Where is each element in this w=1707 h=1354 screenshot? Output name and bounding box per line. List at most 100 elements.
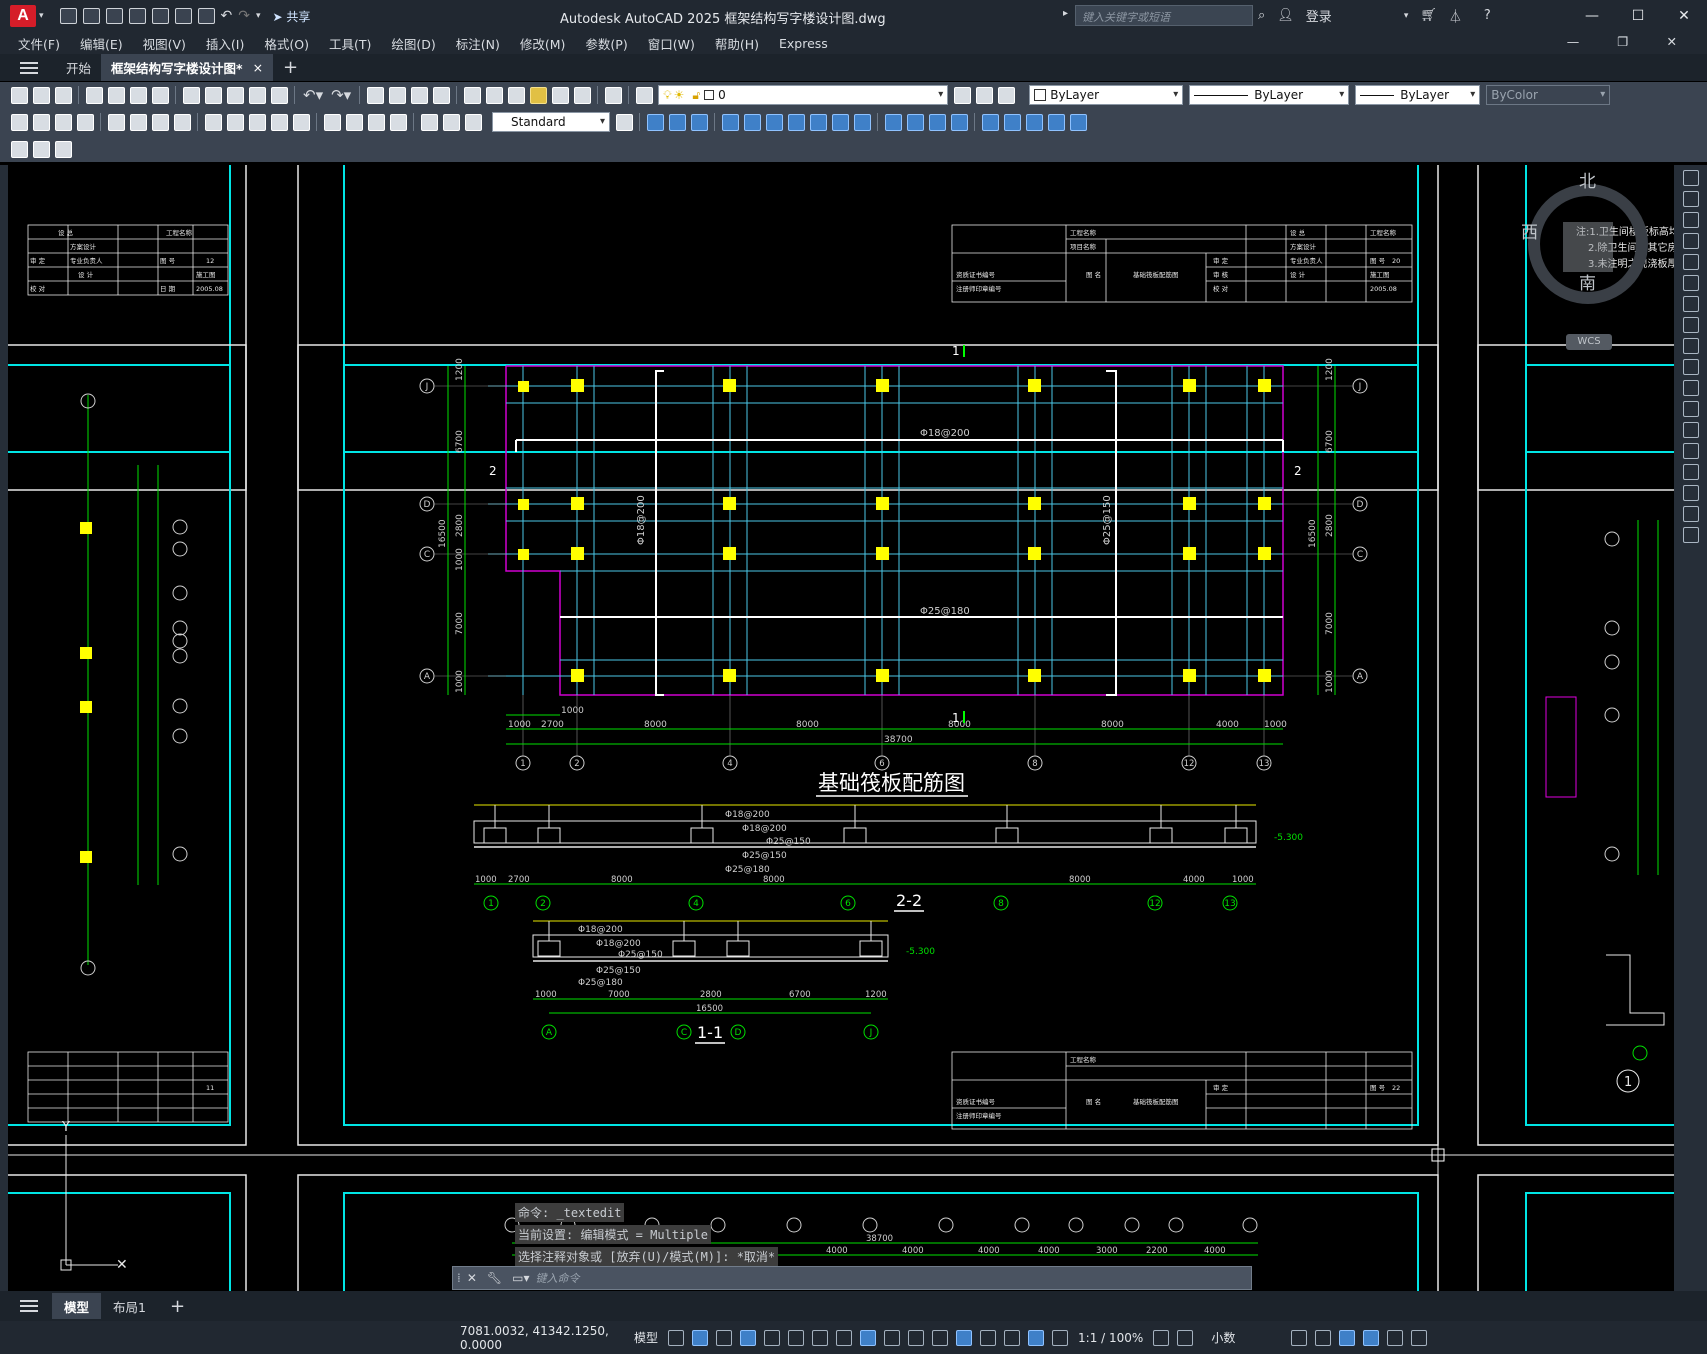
zoom-realtime-icon[interactable] [388,86,406,104]
share-button[interactable]: ➤ 共享 [273,8,311,25]
ucs-face-icon[interactable] [1047,113,1065,131]
sheetset-icon[interactable] [529,86,547,104]
login-dropdown-icon[interactable]: ▾ [1404,11,1409,21]
dim-radius-icon[interactable] [107,113,125,131]
compass-west[interactable]: 西 [1521,218,1538,243]
menu-insert[interactable]: 插入(I) [206,34,244,53]
layout-menu-icon[interactable] [20,1300,38,1312]
menu-draw[interactable]: 绘图(D) [391,34,435,53]
mirror-icon[interactable] [1682,212,1699,228]
view-nw-iso-icon[interactable] [853,113,871,131]
dim-diameter-icon[interactable] [151,113,169,131]
dynamic-ucs-icon[interactable] [980,1329,997,1346]
dim-break-icon[interactable] [292,113,310,131]
layer-previous-icon[interactable] [975,86,993,104]
explode-icon[interactable] [1682,527,1699,543]
qat-more-icon[interactable]: ▾ [256,11,261,21]
auto-scale-icon[interactable] [1052,1329,1069,1346]
offset-icon[interactable] [1682,233,1699,249]
menu-window[interactable]: 窗口(W) [648,34,695,53]
zoom-window-icon[interactable] [410,86,428,104]
camera-icon[interactable] [884,113,902,131]
ucs-previous-icon[interactable] [1025,113,1043,131]
tolerance-icon[interactable] [323,113,341,131]
qnew-icon[interactable] [10,86,28,104]
fly-icon[interactable] [950,113,968,131]
search-arrow-icon[interactable]: ▸ [1063,8,1068,19]
menu-format[interactable]: 格式(O) [264,34,309,53]
snap-icon[interactable] [692,1329,709,1346]
cut-icon[interactable] [182,86,200,104]
object-snap-tracking-icon[interactable] [836,1329,853,1346]
view-ne-iso-icon[interactable] [831,113,849,131]
tab-close-icon[interactable]: × [253,60,263,75]
workspace-gear-icon[interactable] [1153,1329,1170,1346]
pan-icon[interactable] [366,86,384,104]
customization-icon[interactable] [1411,1329,1428,1346]
markup-icon[interactable] [551,86,569,104]
dimstyle-dropdown[interactable]: Standard ▾ [492,112,610,132]
dim-ordinate-icon[interactable] [76,113,94,131]
undo-icon[interactable]: ↶ [221,8,233,24]
rotate-icon[interactable] [1682,296,1699,312]
menu-express[interactable]: Express [779,36,828,51]
doc-close-icon[interactable]: ✕ [1667,34,1677,49]
wcs-menu[interactable]: WCS [1566,334,1612,350]
new-tab-button[interactable]: + [273,54,308,81]
grid-icon[interactable] [668,1329,685,1346]
break-icon[interactable] [1682,422,1699,438]
isodraft-icon[interactable] [812,1329,829,1346]
layer-dropdown[interactable]: 💡︎ ☀ 🔓︎ 0 ▾ [658,85,949,105]
lineweight-dropdown[interactable]: ByLayer ▾ [1355,85,1481,105]
express-tool-3-icon[interactable] [54,140,72,158]
user-icon[interactable]: 👤︎ [1277,8,1294,23]
view-back-icon[interactable] [765,113,783,131]
zoom-previous-icon[interactable] [432,86,450,104]
view-sw-iso-icon[interactable] [787,113,805,131]
infer-constraints-icon[interactable] [716,1329,733,1346]
search-icon[interactable]: ⌕ [1258,8,1265,23]
dim-edit-icon[interactable] [420,113,438,131]
menu-dimension[interactable]: 标注(N) [456,34,500,53]
join-icon[interactable] [1682,443,1699,459]
plot-icon[interactable] [197,8,215,24]
paste-icon[interactable] [226,86,244,104]
lineweight-toggle-icon[interactable] [884,1329,901,1346]
new-icon[interactable] [59,8,77,24]
dim-arc-icon[interactable] [54,113,72,131]
color-dropdown[interactable]: ByLayer ▾ [1029,85,1184,105]
dim-space-icon[interactable] [270,113,288,131]
command-grip-icon[interactable]: ⁞ [457,1271,461,1285]
undo-tool-icon[interactable]: ↶▾ [303,86,323,104]
login-button[interactable]: 登录 [1306,6,1332,25]
autocad-logo[interactable]: A [10,5,36,27]
qsave-icon[interactable] [54,86,72,104]
dim-aligned-icon[interactable] [32,113,50,131]
model-space-toggle[interactable]: 模型 [634,1329,658,1346]
matchprop-icon[interactable] [248,86,266,104]
command-recent-icon[interactable]: ▭▾ [512,1271,529,1285]
doc-minimize-icon[interactable]: — [1567,34,1580,49]
copy-icon[interactable] [204,86,222,104]
autodesk-app-icon[interactable]: ⏃ [1449,6,1462,25]
view-top-icon[interactable] [646,113,664,131]
viewcube-face[interactable] [1563,222,1613,272]
layer-properties-icon[interactable] [635,86,653,104]
scale-icon[interactable] [1682,317,1699,333]
isolate-objects-icon[interactable] [1339,1329,1356,1346]
copy-object-icon[interactable] [1682,191,1699,207]
menu-view[interactable]: 视图(V) [143,34,186,53]
help-icon[interactable]: ? [1484,8,1491,23]
annotation-monitor-icon[interactable] [1177,1329,1194,1346]
minimize-icon[interactable]: — [1569,0,1615,32]
annotation-scale[interactable]: 1:1 / 100% [1078,1331,1143,1345]
selection-cycling-icon[interactable] [932,1329,949,1346]
units-dropdown[interactable]: 小数 [1211,1329,1281,1346]
redo-icon[interactable]: ↷ [238,8,250,24]
object-snap-icon[interactable] [860,1329,877,1346]
menu-edit[interactable]: 编辑(E) [80,34,123,53]
maximize-icon[interactable]: ☐ [1615,0,1661,32]
selection-filter-icon[interactable] [1004,1329,1021,1346]
menu-modify[interactable]: 修改(M) [520,34,566,53]
linetype-dropdown[interactable]: ByLayer ▾ [1189,85,1350,105]
